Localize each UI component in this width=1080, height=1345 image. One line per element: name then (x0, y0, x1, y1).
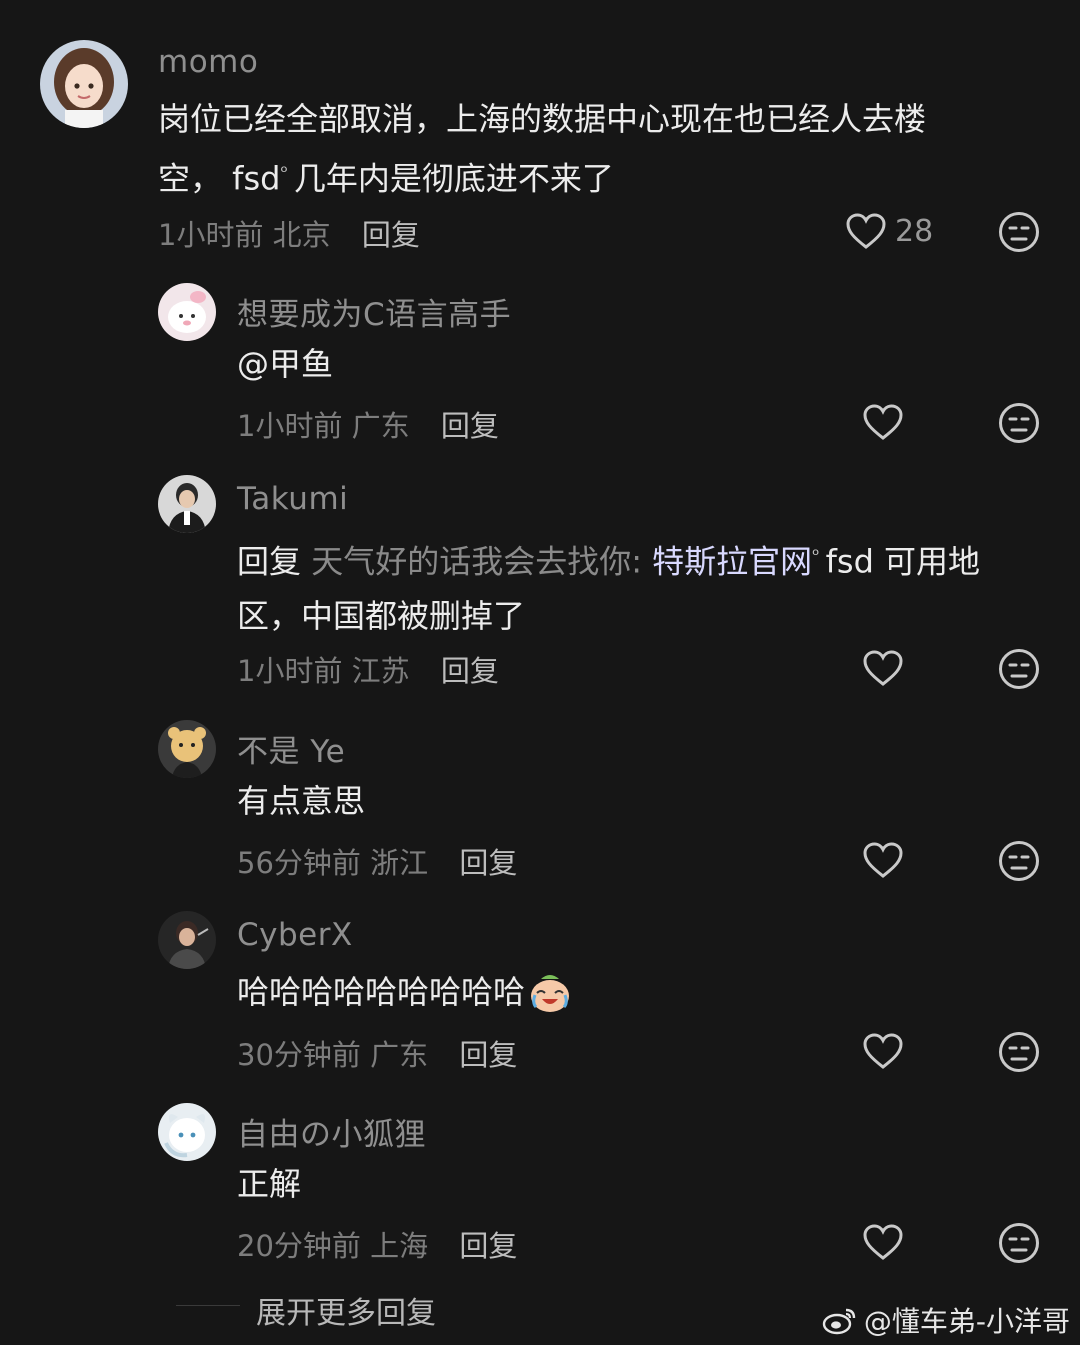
like-button[interactable] (862, 1223, 904, 1261)
comment-meta: 30分钟前 广东 回复 (237, 1032, 517, 1074)
dislike-face-icon (998, 1222, 1040, 1264)
reply-button[interactable]: 回复 (459, 846, 517, 880)
username[interactable]: 自由の小狐狸 (237, 1109, 426, 1154)
comment-location: 上海 (370, 1229, 429, 1263)
username[interactable]: CyberX (237, 917, 353, 953)
comment-location: 广东 (351, 409, 410, 443)
comment-text-line: 空， fsdᵒ 几年内是彻底进不来了 (158, 146, 926, 206)
dislike-button[interactable] (998, 1031, 1040, 1073)
username[interactable]: Takumi (237, 481, 348, 517)
comment-time: 56分钟前 (237, 846, 361, 880)
search-mark-icon[interactable]: ᵒ (280, 162, 287, 183)
heart-icon (845, 212, 887, 250)
avatar[interactable] (158, 911, 216, 969)
comment-text: 有点意思 (237, 782, 366, 820)
comment-time: 1小时前 (237, 654, 343, 688)
watermark-text: @懂车弟-小洋哥 (863, 1305, 1070, 1338)
dislike-face-icon (998, 402, 1040, 444)
dislike-face-icon (998, 840, 1040, 882)
avatar[interactable] (158, 475, 216, 533)
dislike-button[interactable] (998, 402, 1040, 444)
comment-text-line: 岗位已经全部取消，上海的数据中心现在也已经人去楼 (158, 100, 927, 138)
search-mark-icon[interactable]: ᵒ (812, 545, 819, 566)
username[interactable]: momo (158, 44, 258, 80)
comment-meta: 1小时前 广东 回复 (237, 403, 499, 445)
avatar[interactable] (158, 720, 216, 778)
comment-meta: 1小时前 江苏 回复 (237, 648, 499, 690)
dislike-face-icon (998, 648, 1040, 690)
comment-meta: 1小时前 北京 回复 (158, 212, 420, 254)
laughing-crying-emoji-icon (527, 969, 573, 1015)
comment-thread: momo 岗位已经全部取消，上海的数据中心现在也已经人去楼 空， fsdᵒ 几年内… (0, 0, 1080, 1345)
like-button[interactable] (862, 841, 904, 879)
heart-icon (862, 1032, 904, 1070)
reply-to-username[interactable]: 天气好的话我会去找你: (311, 543, 642, 581)
comment-text-line: 区，中国都被删掉了 (237, 596, 526, 635)
comment-time: 20分钟前 (237, 1229, 361, 1263)
heart-icon (862, 649, 904, 687)
dislike-face-icon (998, 211, 1040, 253)
username[interactable]: 不是 Ye (237, 726, 345, 771)
avatar[interactable] (158, 283, 216, 341)
comment-text: 回复 天气好的话我会去找你: 特斯拉官网ᵒ fsd 可用地 区，中国都被删掉了 (237, 529, 980, 643)
comment-location: 江苏 (351, 654, 410, 688)
reply-button[interactable]: 回复 (459, 1038, 517, 1072)
watermark: @懂车弟-小洋哥 (822, 1300, 1070, 1340)
comment-text: 哈哈哈哈哈哈哈哈哈 (237, 965, 573, 1019)
dislike-button[interactable] (998, 1222, 1040, 1264)
heart-icon (862, 403, 904, 441)
comment-time: 1小时前 (237, 409, 343, 443)
comment-location: 北京 (272, 218, 331, 252)
weibo-logo-icon (822, 1305, 858, 1335)
comment-text: 岗位已经全部取消，上海的数据中心现在也已经人去楼 空， fsdᵒ 几年内是彻底进不… (158, 92, 926, 206)
avatar[interactable] (40, 40, 128, 128)
like-count: 28 (895, 213, 934, 249)
reply-prefix: 回复 (237, 542, 302, 581)
comment-location: 浙江 (370, 846, 429, 880)
comment-meta: 56分钟前 浙江 回复 (237, 840, 517, 882)
search-link[interactable]: 特斯拉官网 (652, 543, 812, 581)
dislike-button[interactable] (998, 648, 1040, 690)
like-button[interactable] (862, 403, 904, 441)
comment-text-line: 回复 天气好的话我会去找你: 特斯拉官网ᵒ fsd 可用地 (237, 529, 980, 589)
divider (176, 1305, 240, 1306)
like-button[interactable] (862, 1032, 904, 1070)
comment-text: 正解 (237, 1165, 302, 1203)
comment-text-segment: fsd 可用地 (825, 542, 981, 581)
comment-text: @甲鱼 (237, 345, 334, 383)
like-button[interactable] (862, 649, 904, 687)
reply-button[interactable]: 回复 (441, 409, 499, 443)
comment-text-segment: 几年内是彻底进不来了 (293, 159, 614, 198)
comment-text-segment: 哈哈哈哈哈哈哈哈哈 (237, 973, 526, 1011)
comment-location: 广东 (370, 1038, 429, 1072)
comment-time: 1小时前 (158, 218, 264, 252)
comment-time: 30分钟前 (237, 1038, 361, 1072)
heart-icon (862, 841, 904, 879)
like-button[interactable]: 28 (845, 212, 933, 250)
dislike-face-icon (998, 1031, 1040, 1073)
avatar[interactable] (158, 1103, 216, 1161)
reply-button[interactable]: 回复 (362, 218, 420, 252)
reply-button[interactable]: 回复 (441, 654, 499, 688)
expand-replies-button[interactable]: 展开更多回复 (256, 1288, 436, 1332)
dislike-button[interactable] (998, 211, 1040, 253)
heart-icon (862, 1223, 904, 1261)
comment-meta: 20分钟前 上海 回复 (237, 1223, 517, 1265)
dislike-button[interactable] (998, 840, 1040, 882)
reply-button[interactable]: 回复 (459, 1229, 517, 1263)
comment-text-segment: 空， fsd (158, 159, 281, 198)
username[interactable]: 想要成为C语言高手 (237, 289, 511, 334)
